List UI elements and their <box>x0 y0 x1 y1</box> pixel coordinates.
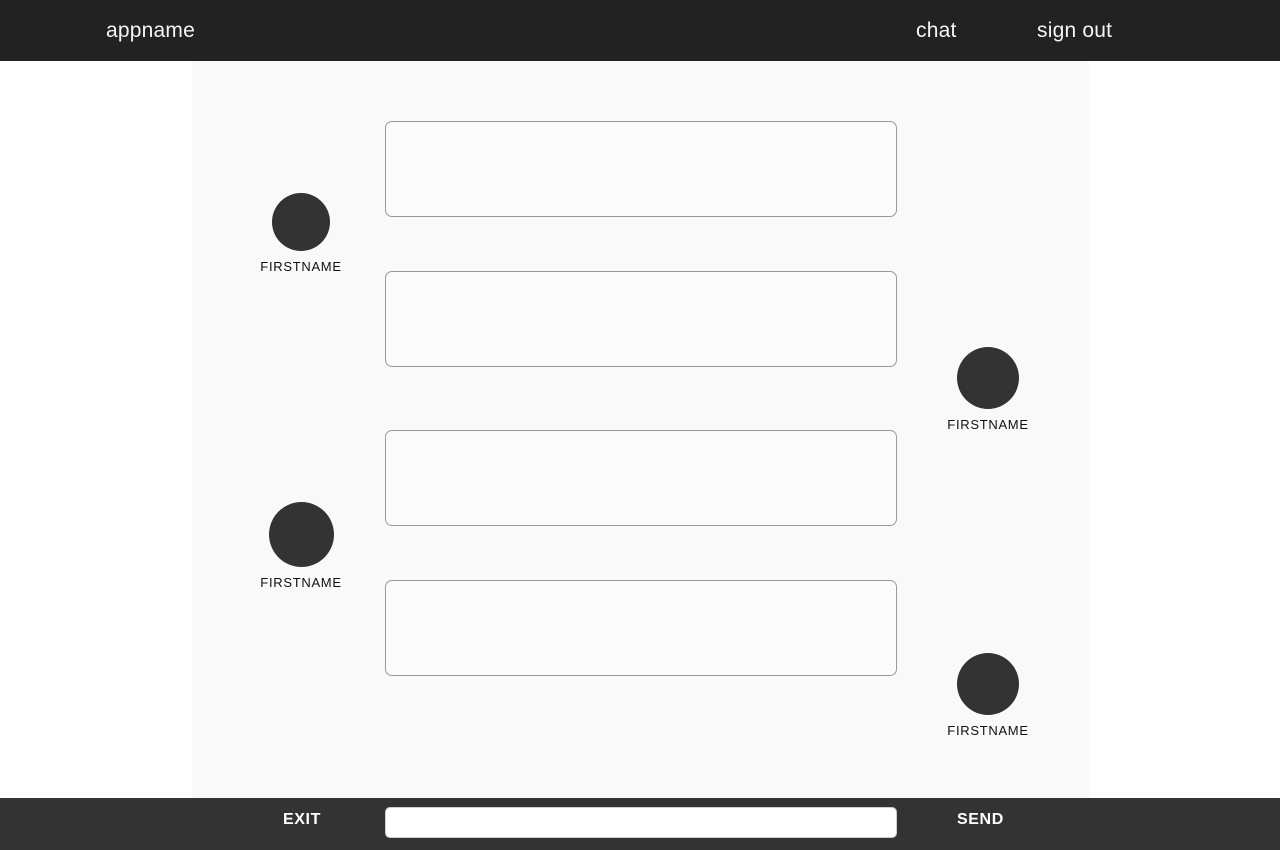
top-navigation-bar: appname chat sign out <box>0 0 1280 61</box>
nav-link-sign-out[interactable]: sign out <box>1037 20 1112 41</box>
avatar[interactable] <box>957 347 1019 409</box>
message-list[interactable]: FIRSTNAME FIRSTNAME FIRSTNAME FIRSTNAME <box>192 61 1089 798</box>
author-name-label: FIRSTNAME <box>947 723 1029 738</box>
message-bubble <box>385 271 897 367</box>
message-compose-input[interactable] <box>385 807 897 838</box>
chat-panel: FIRSTNAME FIRSTNAME FIRSTNAME FIRSTNAME <box>192 61 1089 798</box>
message-author-block: FIRSTNAME <box>947 653 1028 737</box>
author-name-label: FIRSTNAME <box>260 575 342 590</box>
bottom-action-bar: EXIT SEND <box>0 798 1280 850</box>
message-author-block: FIRSTNAME <box>260 193 341 273</box>
message-bubble <box>385 430 897 526</box>
message-author-block: FIRSTNAME <box>947 347 1028 431</box>
message-bubble <box>385 121 897 217</box>
nav-link-chat[interactable]: chat <box>916 20 957 41</box>
exit-button[interactable]: EXIT <box>283 812 321 828</box>
avatar[interactable] <box>272 193 330 251</box>
send-button[interactable]: SEND <box>957 812 1004 828</box>
chat-application: appname chat sign out FIRSTNAME FIRSTNAME… <box>0 0 1280 850</box>
app-brand-title: appname <box>106 19 195 42</box>
message-bubble <box>385 580 897 676</box>
author-name-label: FIRSTNAME <box>260 259 342 274</box>
author-name-label: FIRSTNAME <box>947 417 1029 432</box>
avatar[interactable] <box>268 502 334 567</box>
avatar[interactable] <box>957 653 1019 715</box>
message-author-block: FIRSTNAME <box>260 502 341 589</box>
